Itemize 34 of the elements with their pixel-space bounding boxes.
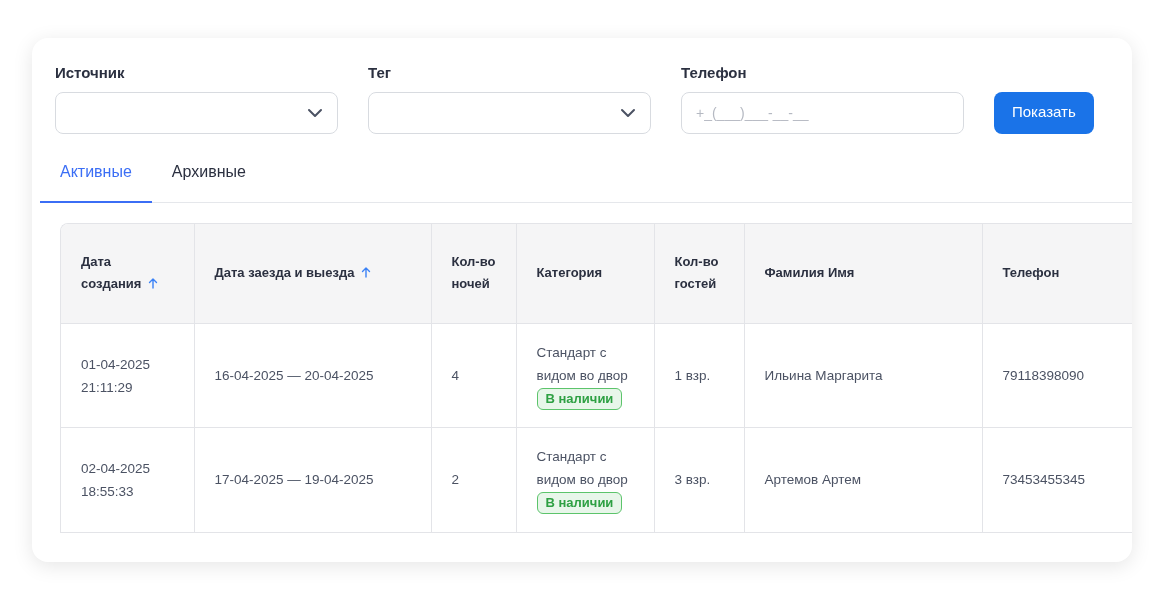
table-cell: 79118398090	[982, 323, 1132, 428]
column-header: Фамилия Имя	[744, 223, 982, 324]
chevron-down-icon	[620, 107, 636, 118]
category-text: Стандарт с видом во двор	[536, 344, 629, 385]
table-cell: 02-04-2025 18:55:33	[61, 427, 194, 532]
table-cell: 3 взр.	[654, 427, 744, 532]
select-field[interactable]	[55, 91, 338, 134]
column-header: Категория	[516, 223, 654, 324]
availability-badge: В наличии	[536, 388, 623, 410]
chevron-down-icon	[307, 107, 323, 118]
phone-input-field[interactable]: +_(___)___-__-__	[681, 91, 964, 134]
availability-badge: В наличии	[536, 492, 623, 515]
select-field[interactable]	[368, 91, 651, 134]
tab[interactable]: Архивные	[151, 159, 266, 203]
tab[interactable]: Активные	[40, 159, 152, 203]
table-cell: 4	[431, 323, 516, 428]
column-header: Кол-во гостей	[654, 223, 744, 324]
column-header[interactable]: Дата создания	[61, 223, 194, 324]
show-button[interactable]: Показать	[994, 91, 1094, 134]
table-cell: 17-04-2025 — 19-04-2025	[194, 427, 431, 532]
table-cell: 1 взр.	[654, 323, 744, 428]
table-cell: 16-04-2025 — 20-04-2025	[194, 323, 431, 428]
table-cell: 2	[431, 427, 516, 532]
field-label: Тег	[368, 63, 392, 83]
column-header: Кол-во ночей	[431, 223, 516, 324]
table-cell: Ильина Маргарита	[744, 323, 982, 428]
table-cell: 01-04-2025 21:11:29	[61, 323, 194, 428]
field-label: Телефон	[681, 63, 748, 83]
field-label: Источник	[55, 63, 126, 83]
category-text: Стандарт с видом во двор	[536, 448, 629, 490]
table-cell: 73453455345	[982, 427, 1132, 532]
table-cell: Артемов Артем	[744, 427, 982, 532]
column-header: Телефон	[982, 223, 1132, 324]
column-header[interactable]: Дата заезда и выезда	[194, 223, 431, 324]
